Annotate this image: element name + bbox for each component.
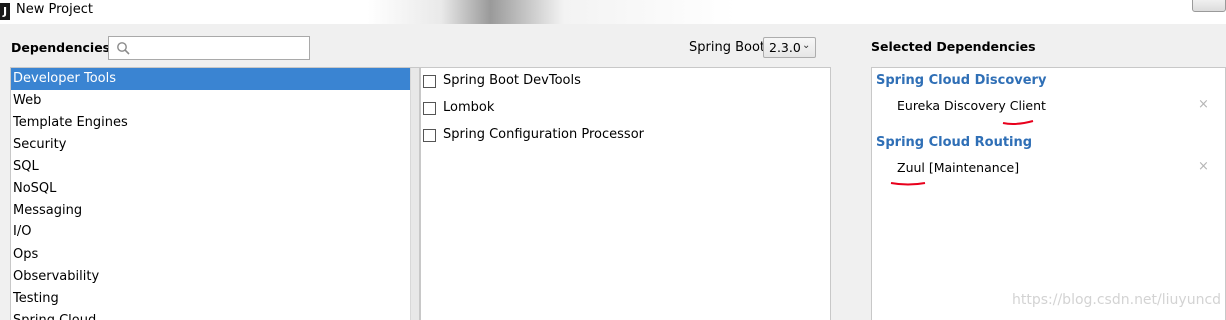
selected-dependencies-label: Selected Dependencies [871, 39, 1036, 54]
dependency-options-list: Spring Boot DevTools Lombok Spring Confi… [420, 67, 831, 320]
option-checkbox[interactable] [423, 129, 436, 142]
category-item-io[interactable]: I/O [11, 221, 411, 243]
spring-boot-version-select[interactable]: 2.3.0 ⌄ [763, 37, 816, 58]
category-item-testing[interactable]: Testing [11, 288, 411, 310]
option-label: Spring Boot DevTools [443, 73, 581, 88]
window-title: New Project [16, 2, 93, 17]
option-label: Lombok [443, 100, 495, 115]
selected-dependencies-panel: Spring Cloud Discovery Eureka Discovery … [871, 67, 1226, 320]
window-close-button[interactable] [1192, 0, 1226, 12]
annotation-underline [890, 182, 926, 186]
category-item-security[interactable]: Security [11, 134, 411, 156]
intellij-icon: J [0, 3, 10, 20]
spring-boot-version-value: 2.3.0 [769, 40, 801, 55]
title-bar: J New Project [0, 0, 1226, 24]
category-item-messaging[interactable]: Messaging [11, 200, 411, 222]
chevron-down-icon: ⌄ [802, 40, 811, 51]
selected-dependency-eureka: Eureka Discovery Client [897, 98, 1046, 113]
option-label: Spring Configuration Processor [443, 127, 644, 142]
dependency-search-input[interactable] [108, 36, 310, 60]
category-item-template-engines[interactable]: Template Engines [11, 112, 411, 134]
group-heading-spring-cloud-discovery: Spring Cloud Discovery [876, 73, 1047, 88]
category-scrollbar[interactable] [410, 68, 419, 320]
search-icon [117, 42, 130, 55]
annotation-underline [1002, 120, 1034, 126]
group-heading-spring-cloud-routing: Spring Cloud Routing [876, 135, 1033, 150]
category-item-sql[interactable]: SQL [11, 156, 411, 178]
selected-dependency-zuul: Zuul [Maintenance] [897, 160, 1020, 175]
option-checkbox[interactable] [423, 102, 436, 115]
category-item-nosql[interactable]: NoSQL [11, 178, 411, 200]
category-item-spring-cloud[interactable]: Spring Cloud [11, 310, 411, 320]
remove-icon[interactable]: × [1198, 97, 1209, 112]
category-list[interactable]: Developer Tools Web Template Engines Sec… [10, 67, 420, 320]
dependencies-label: Dependencies [11, 40, 111, 55]
option-checkbox[interactable] [423, 75, 436, 88]
watermark: https://blog.csdn.net/liuyuncd [1012, 292, 1222, 308]
remove-icon[interactable]: × [1198, 159, 1209, 174]
category-item-ops[interactable]: Ops [11, 244, 411, 266]
spring-boot-label: Spring Boot [689, 40, 766, 55]
category-item-developer-tools[interactable]: Developer Tools [11, 68, 411, 90]
category-item-observability[interactable]: Observability [11, 266, 411, 288]
category-item-web[interactable]: Web [11, 90, 411, 112]
